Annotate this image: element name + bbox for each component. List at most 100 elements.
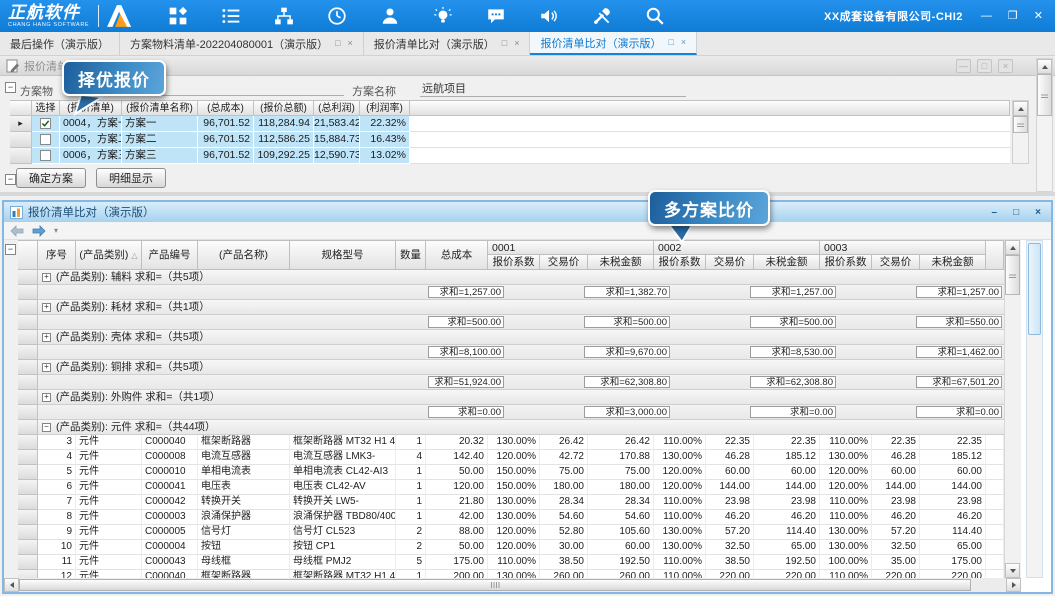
scrollbar-thumb[interactable] <box>1005 255 1020 295</box>
data-cell: 54.60 <box>540 510 588 525</box>
tab-1[interactable]: 最后操作（演示版） <box>0 32 120 55</box>
plan-table-vertical-scrollbar[interactable] <box>1012 100 1029 164</box>
panel-maximize-button[interactable]: □ <box>1013 207 1019 218</box>
category-row[interactable]: +(产品类别): 壳体 求和=（共5项） <box>18 330 1004 345</box>
panel-minimize-button[interactable]: — <box>956 59 971 73</box>
checkbox[interactable] <box>40 118 51 129</box>
scroll-right-button[interactable] <box>1006 578 1021 592</box>
data-cell: 130.00% <box>654 525 706 540</box>
org-chart-icon[interactable] <box>274 6 294 26</box>
data-cell: 5 <box>396 555 426 570</box>
panel-maximize-button[interactable]: □ <box>977 59 992 73</box>
data-cell: 54.60 <box>588 510 654 525</box>
plan-name-field[interactable]: 远航项目 <box>420 80 686 97</box>
sum-box: 求和=1,257.00 <box>750 286 836 298</box>
detail-row[interactable]: 3元件C000040框架断路器框架断路器 MT32 H1 4P F120.321… <box>18 435 1004 450</box>
detail-row[interactable]: 5元件C000010单相电流表单相电流表 CL42-AI3150.00150.0… <box>18 465 1004 480</box>
plan-table-row[interactable]: 0005，方案二方案二96,701.52112,586.2515,884.731… <box>10 132 1010 148</box>
collapse-icon[interactable]: − <box>5 244 16 255</box>
category-row[interactable]: +(产品类别): 外购件 求和=（共1项） <box>18 390 1004 405</box>
scrollbar-thumb[interactable] <box>1013 116 1028 133</box>
row-indicator <box>18 510 38 525</box>
expander-icon[interactable]: + <box>42 273 51 282</box>
maximize-button[interactable]: ❐ <box>1008 11 1018 22</box>
tab-close-icon[interactable]: × <box>681 38 686 47</box>
scroll-down-button[interactable] <box>1005 563 1020 578</box>
apps-icon[interactable] <box>168 6 188 26</box>
detail-row[interactable]: 9元件C000005信号灯信号灯 CL523288.00120.00%52.80… <box>18 525 1004 540</box>
tab-close-icon[interactable]: × <box>514 39 519 48</box>
tab-4[interactable]: 报价清单比对（演示版）□× <box>530 32 697 55</box>
category-row[interactable]: −(产品类别): 元件 求和=（共44项） <box>18 420 1004 435</box>
clock-icon[interactable] <box>327 6 347 26</box>
data-cell: C000003 <box>142 510 198 525</box>
detail-row[interactable]: 7元件C000042转换开关转换开关 LW5-121.80130.00%28.3… <box>18 495 1004 510</box>
tab-float-icon[interactable]: □ <box>668 38 673 47</box>
tab-float-icon[interactable]: □ <box>502 39 507 48</box>
expander-icon[interactable]: + <box>42 303 51 312</box>
data-cell: 192.50 <box>588 555 654 570</box>
speaker-icon[interactable] <box>539 6 559 26</box>
tab-float-icon[interactable]: □ <box>335 39 340 48</box>
compare-table-horizontal-scrollbar[interactable] <box>4 578 1021 592</box>
brand-divider <box>98 5 99 27</box>
tools-icon[interactable] <box>592 6 612 26</box>
detail-row[interactable]: 11元件C000043母线框母线框 PMJ25175.00110.00%38.5… <box>18 555 1004 570</box>
data-cell: 1 <box>396 495 426 510</box>
expander-icon[interactable]: + <box>42 333 51 342</box>
tab-close-icon[interactable]: × <box>348 39 353 48</box>
detail-row[interactable]: 10元件C000004按钮按钮 CP1250.00120.00%30.0060.… <box>18 540 1004 555</box>
minimize-button[interactable]: — <box>981 11 992 22</box>
data-cell: 7 <box>38 495 76 510</box>
tab-2[interactable]: 方案物料清单-202204080001（演示版）□× <box>120 32 364 55</box>
scroll-up-button[interactable] <box>1037 59 1052 74</box>
detail-row[interactable]: 8元件C000003浪涌保护器浪涌保护器 TBD80/400142.00130.… <box>18 510 1004 525</box>
action-button-1[interactable]: 确定方案 <box>16 168 86 188</box>
category-row[interactable]: +(产品类别): 耗材 求和=（共1项） <box>18 300 1004 315</box>
back-arrow-icon[interactable] <box>10 225 24 237</box>
scrollbar-thumb[interactable] <box>1028 243 1041 335</box>
tab-3[interactable]: 报价清单比对（演示版）□× <box>364 32 531 55</box>
plan-table-row[interactable]: ▸0004，方案一方案一96,701.52118,284.9421,583.42… <box>10 116 1010 132</box>
sum-box: 求和=1,382.70 <box>584 286 670 298</box>
detail-row[interactable]: 12元件C000040框架断路器框架断路器 MT32 H1 4P N1200.0… <box>18 570 1004 578</box>
bulb-icon[interactable] <box>433 6 453 26</box>
action-button-2[interactable]: 明细显示 <box>96 168 166 188</box>
dropdown-caret-icon[interactable]: ▾ <box>54 226 58 235</box>
category-row[interactable]: +(产品类别): 铜排 求和=（共5项） <box>18 360 1004 375</box>
panel-vertical-scrollbar[interactable] <box>1036 58 1053 192</box>
scroll-left-button[interactable] <box>4 578 19 592</box>
expander-icon[interactable]: + <box>42 393 51 402</box>
detail-row[interactable]: 6元件C000041电压表电压表 CL42-AV1120.00150.00%18… <box>18 480 1004 495</box>
scroll-up-button[interactable] <box>1005 240 1020 255</box>
close-button[interactable]: ✕ <box>1034 11 1043 22</box>
row-indicator-header <box>10 100 32 116</box>
panel-vertical-scrollbar[interactable] <box>1026 240 1043 578</box>
search-icon[interactable] <box>645 6 665 26</box>
data-cell: 220.00 <box>754 570 820 578</box>
plan-bom-label: 方案物 <box>20 83 53 99</box>
row-indicator <box>18 420 38 435</box>
group-subheaders: 报价系数交易价未税金额 <box>654 255 820 270</box>
panel-minimize-button[interactable]: – <box>992 207 998 218</box>
scrollbar-thumb[interactable] <box>1037 74 1052 116</box>
collapse-icon[interactable]: − <box>5 174 16 185</box>
expander-icon[interactable]: + <box>42 363 51 372</box>
collapse-icon[interactable]: − <box>5 82 16 93</box>
data-cell: 电压表 CL42-AV <box>290 480 396 495</box>
plan-table-row[interactable]: 0006，方案三方案三96,701.52109,292.2512,590.731… <box>10 148 1010 164</box>
panel-close-button[interactable]: × <box>998 59 1013 73</box>
user-icon[interactable] <box>380 6 400 26</box>
expander-icon[interactable]: − <box>42 423 51 432</box>
scroll-up-button[interactable] <box>1013 101 1028 116</box>
detail-row[interactable]: 4元件C000008电流互感器电流互感器 LMK3-4142.40120.00%… <box>18 450 1004 465</box>
category-row[interactable]: +(产品类别): 辅料 求和=（共5项） <box>18 270 1004 285</box>
chat-icon[interactable] <box>486 6 506 26</box>
panel-close-button[interactable]: × <box>1035 207 1041 218</box>
scrollbar-thumb[interactable] <box>19 579 971 591</box>
list-icon[interactable] <box>221 6 241 26</box>
checkbox[interactable] <box>40 134 51 145</box>
compare-table-vertical-scrollbar[interactable] <box>1004 240 1021 578</box>
checkbox[interactable] <box>40 150 51 161</box>
forward-arrow-icon[interactable] <box>32 225 46 237</box>
